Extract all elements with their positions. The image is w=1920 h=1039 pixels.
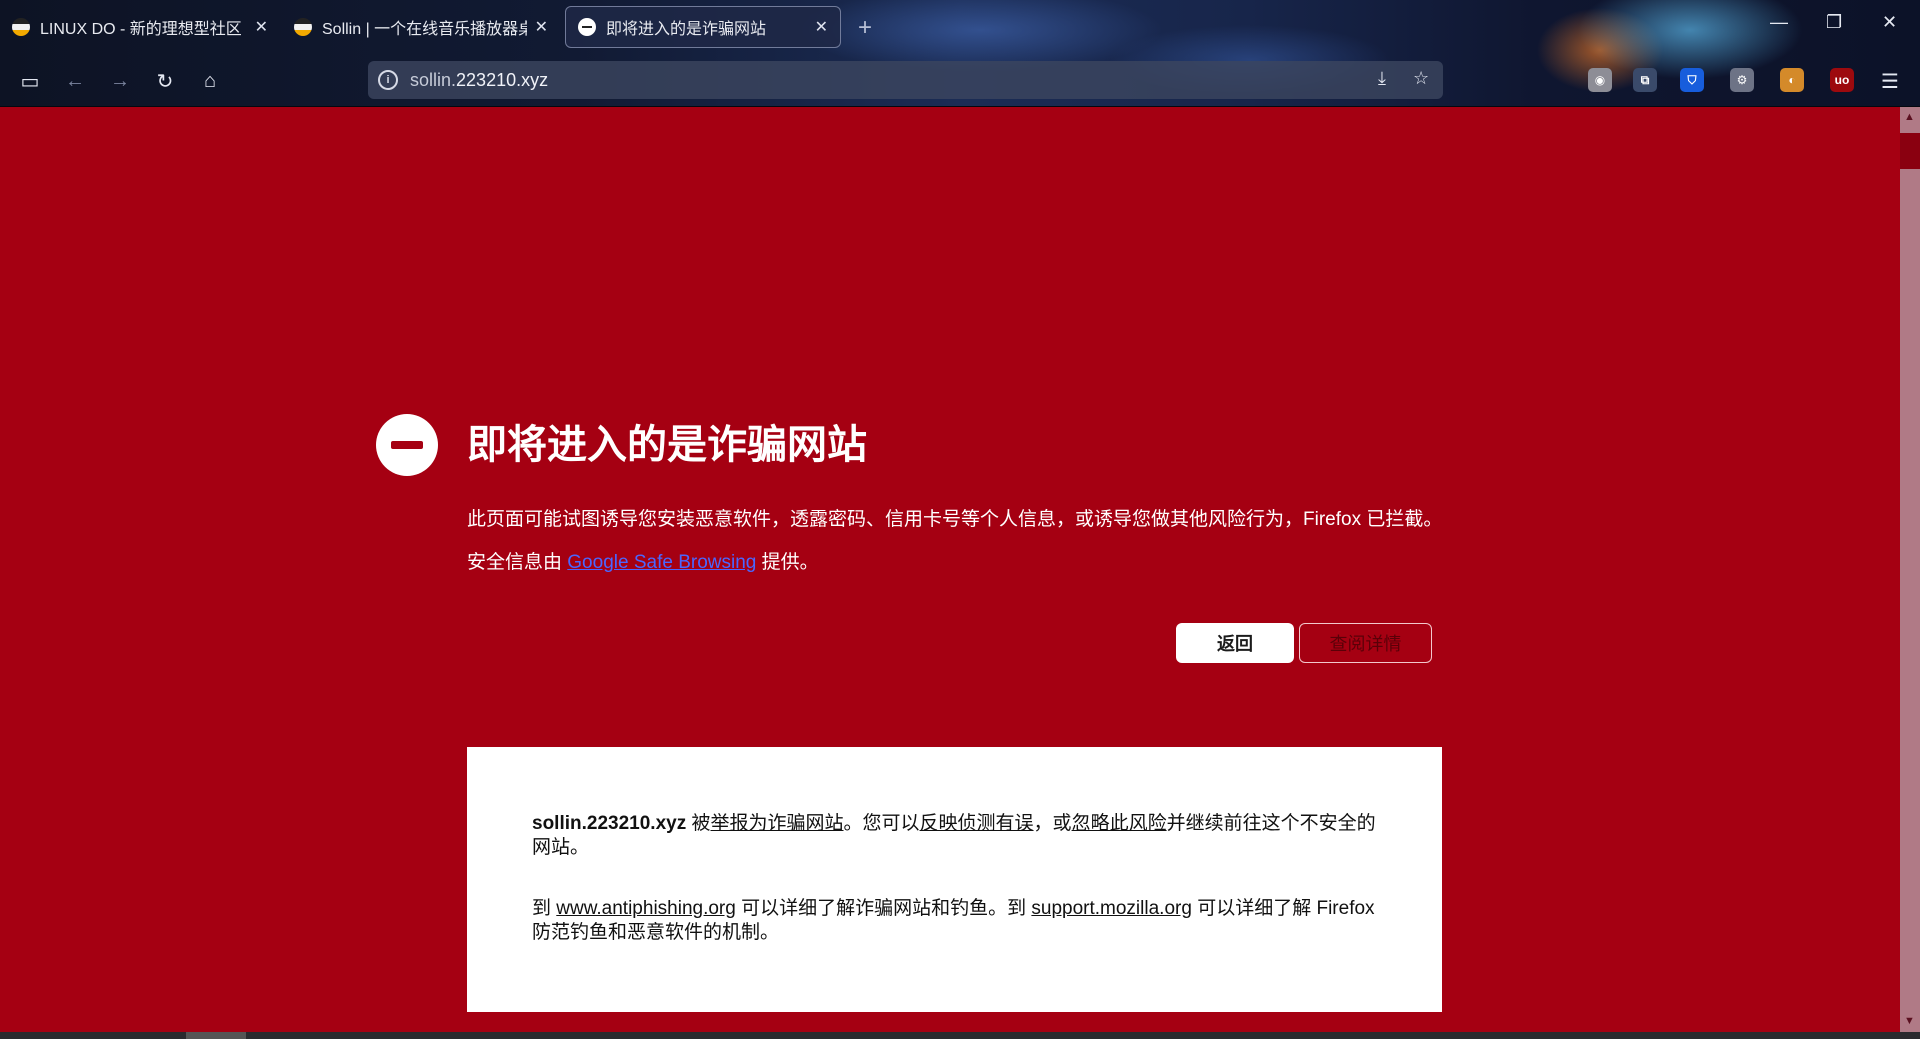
tab-close-icon[interactable]: ✕ bbox=[255, 17, 268, 37]
scroll-down-icon[interactable]: ▼ bbox=[1904, 1015, 1915, 1027]
tab-title: 即将进入的是诈骗网站 bbox=[606, 21, 767, 38]
reported-link[interactable]: 举报为诈骗网站 bbox=[711, 813, 844, 834]
mozilla-support-link[interactable]: support.mozilla.org bbox=[1031, 898, 1192, 919]
scroll-up-icon[interactable]: ▲ bbox=[1904, 111, 1915, 123]
back-arrow-icon[interactable]: ← bbox=[60, 66, 90, 96]
reload-icon[interactable]: ↻ bbox=[150, 66, 180, 96]
ublock-ext-icon[interactable]: uo bbox=[1830, 68, 1854, 92]
details-paragraph-1: sollin.223210.xyz 被举报为诈骗网站。您可以反映侦测有误，或忽略… bbox=[532, 813, 1376, 858]
site-name: sollin.223210.xyz bbox=[532, 813, 687, 834]
window-close-button[interactable]: ✕ bbox=[1882, 12, 1897, 33]
browser-chrome: LINUX DO - 新的理想型社区 ✕ Sollin | 一个在线音乐播放器桌… bbox=[0, 0, 1920, 107]
blocked-site-icon bbox=[376, 414, 438, 476]
bitwarden-ext-icon[interactable]: ⛉ bbox=[1680, 68, 1704, 92]
tab-linuxdo[interactable]: LINUX DO - 新的理想型社区 ✕ bbox=[0, 6, 280, 48]
antiphishing-link[interactable]: www.antiphishing.org bbox=[556, 898, 736, 919]
gear-ext-icon[interactable]: ⚙ bbox=[1730, 68, 1754, 92]
bookmark-star-icon[interactable]: ☆ bbox=[1413, 68, 1429, 89]
details-paragraph-2: 到 www.antiphishing.org 可以详细了解诈骗网站和钓鱼。到 s… bbox=[532, 898, 1375, 943]
details-panel: sollin.223210.xyz 被举报为诈骗网站。您可以反映侦测有误，或忽略… bbox=[467, 747, 1442, 1012]
page-title: 即将进入的是诈骗网站 bbox=[467, 423, 867, 467]
report-error-link[interactable]: 反映侦测有误 bbox=[920, 813, 1034, 834]
tab-close-icon[interactable]: ✕ bbox=[815, 17, 828, 37]
home-icon[interactable]: ⌂ bbox=[195, 66, 225, 96]
tab-title: Sollin | 一个在线音乐播放器桌面 bbox=[322, 21, 527, 38]
tab-warning-active[interactable]: 即将进入的是诈骗网站 ✕ bbox=[565, 6, 841, 48]
tab-bar: LINUX DO - 新的理想型社区 ✕ Sollin | 一个在线音乐播放器桌… bbox=[0, 0, 1920, 54]
puzzle-ext-icon[interactable]: ⧉ bbox=[1633, 68, 1657, 92]
forward-arrow-icon[interactable]: → bbox=[105, 66, 135, 96]
go-back-button[interactable]: 返回 bbox=[1176, 623, 1294, 663]
safe-browsing-source: 安全信息由 Google Safe Browsing 提供。 bbox=[467, 552, 819, 573]
url-text[interactable]: sollin.223210.xyz bbox=[410, 70, 548, 91]
avatar-ext-icon[interactable]: ◉ bbox=[1588, 68, 1612, 92]
site-info-icon[interactable]: i bbox=[378, 70, 398, 90]
ignore-risk-link[interactable]: 忽略此风险 bbox=[1072, 813, 1167, 834]
tab-close-icon[interactable]: ✕ bbox=[535, 17, 548, 37]
linuxdo-favicon-icon bbox=[12, 18, 30, 36]
google-safe-browsing-link[interactable]: Google Safe Browsing bbox=[567, 552, 756, 573]
url-bar[interactable]: i sollin.223210.xyz ⤓ ☆ bbox=[368, 61, 1443, 99]
tab-title: LINUX DO - 新的理想型社区 bbox=[40, 21, 242, 38]
see-details-button[interactable]: 查阅详情 bbox=[1299, 623, 1432, 663]
sollin-favicon-icon bbox=[294, 18, 312, 36]
color-ext-icon[interactable]: ◐ bbox=[1780, 68, 1804, 92]
scrollbar-thumb[interactable] bbox=[1900, 133, 1920, 169]
minimize-button[interactable]: — bbox=[1770, 12, 1788, 33]
restore-button[interactable]: ❐ bbox=[1826, 12, 1842, 33]
sidebar-toggle-icon[interactable]: ▭ bbox=[15, 66, 45, 96]
tab-sollin[interactable]: Sollin | 一个在线音乐播放器桌面 ✕ bbox=[282, 6, 560, 48]
page-scrollbar[interactable]: ▲ ▼ bbox=[1900, 107, 1920, 1032]
nav-bar: ▭ ← → ↻ ⌂ i sollin.223210.xyz ⤓ ☆ ◉ ⧉ ⛉ … bbox=[0, 58, 1920, 104]
blocked-favicon-icon bbox=[578, 18, 596, 36]
horizontal-scrollbar[interactable] bbox=[0, 1032, 1920, 1039]
horizontal-scroll-thumb[interactable] bbox=[186, 1032, 246, 1039]
new-tab-button[interactable]: + bbox=[858, 14, 872, 42]
warning-description: 此页面可能试图诱导您安装恶意软件，透露密码、信用卡号等个人信息，或诱导您做其他风… bbox=[467, 509, 1443, 530]
save-page-icon[interactable]: ⤓ bbox=[1378, 68, 1386, 89]
menu-icon[interactable]: ☰ bbox=[1875, 66, 1905, 96]
